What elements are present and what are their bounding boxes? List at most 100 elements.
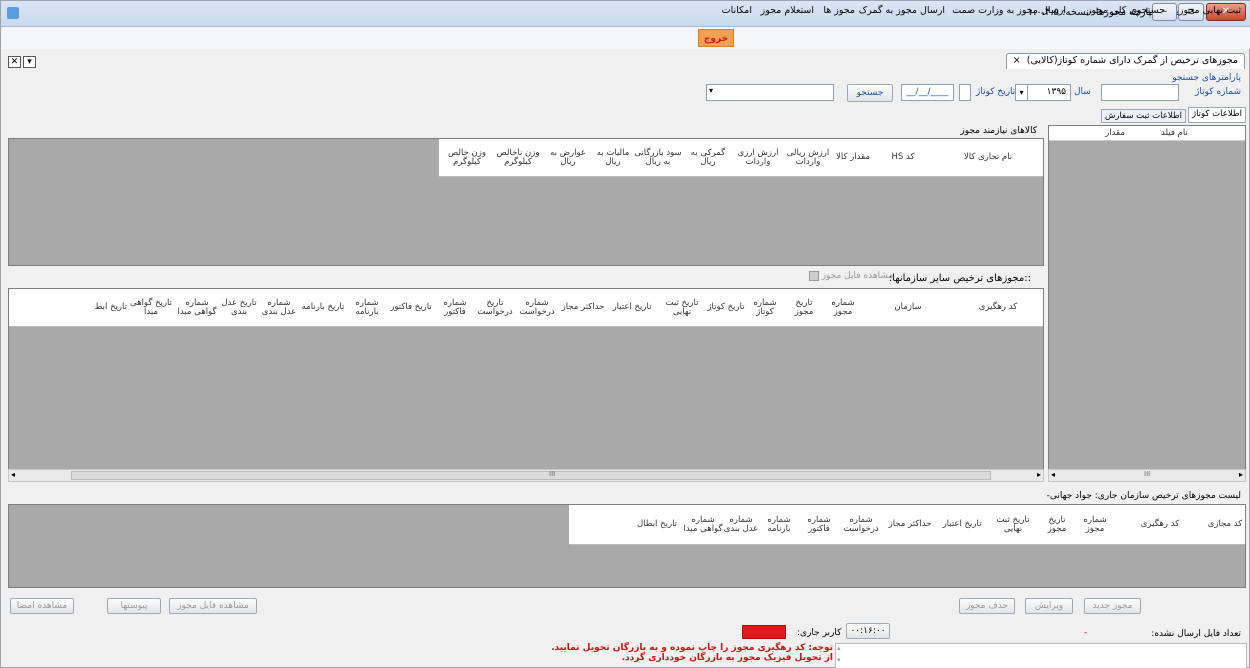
menu-send-customs[interactable]: ارسال مجوز به گمرک — [859, 5, 945, 16]
chevron-down-icon: ▾ — [1016, 85, 1028, 100]
scroll-left-icon[interactable]: ◂ — [11, 470, 15, 479]
current-user-label: کاربر جاری: — [797, 628, 842, 638]
menu-search-all[interactable]: جستجوی کلی مجوز — [1087, 5, 1165, 16]
scroll-up-icon[interactable]: ▴ — [837, 644, 841, 652]
tab-kotaj-info[interactable]: اطلاعات کوتاژ — [1188, 107, 1246, 123]
new-permit-button[interactable]: مجوز جدید — [1084, 598, 1141, 614]
kotaj-info-grid[interactable]: نام فیلد مقدار — [1048, 125, 1246, 481]
scroll-left-icon[interactable]: ◂ — [1051, 470, 1055, 479]
col-tracking-code: کد رهگیری — [978, 302, 1018, 313]
kotaj-info-header: نام فیلد مقدار — [1049, 126, 1245, 141]
attachments-button[interactable]: پیوستها — [107, 598, 161, 614]
edit-button[interactable]: ویرایش — [1025, 598, 1073, 614]
kotaj-number-label: شماره کوتاژ — [1195, 87, 1241, 97]
goods-header: نام تجاری کالا کد HS مقدار کالا ارزش ریا… — [439, 139, 1043, 177]
col-request-no: شماره درخواست — [519, 297, 555, 317]
col-cancel-date: تاریخ ابط — [94, 302, 127, 313]
view-permit-file-button[interactable]: مشاهده فایل مجوز — [169, 598, 257, 614]
unsent-files-label: تعداد فایل ارسال نشده: — [1151, 629, 1241, 639]
orgs-title: ::مجوزهای ترخیص سایر سازمانها: — [888, 273, 1031, 284]
view-permit-file-top-label: مشاهده فایل مجوز — [821, 271, 894, 281]
tab-close-icon[interactable]: × — [1013, 55, 1021, 66]
chevron-down-icon: ▾ — [709, 86, 714, 95]
col-hs-code: کد HS — [891, 152, 915, 163]
delete-permit-button[interactable]: حذف مجوز — [959, 598, 1015, 614]
col-request-date: تاریخ درخواست — [477, 297, 513, 317]
menu-tools[interactable]: امکانات — [722, 5, 752, 16]
col-permit-date: تاریخ مجوز — [794, 297, 814, 317]
col-net-weight: وزن خالص کیلوگرم — [447, 147, 486, 167]
col-value: مقدار — [1105, 127, 1125, 138]
search-combo[interactable]: ▾ — [706, 84, 834, 101]
message-box: ▴ ▾ — [835, 643, 1247, 668]
col-trade-name: نام تجاری کالا — [963, 152, 1013, 163]
col-kotaj-date: تاریخ کوتاژ — [707, 302, 745, 313]
year-select[interactable]: ۱۳۹۵ ▾ — [1015, 84, 1071, 101]
document-tab[interactable]: مجوزهای ترخیص از گمرک دارای شماره کوتاژ(… — [1005, 53, 1245, 69]
scroll-right-icon[interactable]: ▸ — [1037, 470, 1041, 479]
kotaj-info-hscroll[interactable]: ◂ III ▸ — [1048, 469, 1246, 482]
col-cancel-date: تاریخ ابطال — [636, 519, 678, 530]
col-bol-no: شماره بارنامه — [355, 297, 379, 317]
col-origin-cert-date: تاریخ گواهی مبدا — [130, 297, 172, 317]
current-header: کد مجازی کد رهگیری شماره مجوز تاریخ مجوز… — [569, 505, 1245, 545]
col-max-allowed: حداکثر مجاز — [561, 302, 605, 313]
unsent-files-value: - — [1084, 628, 1088, 638]
col-final-date: تاریخ ثبت نهایی — [665, 297, 699, 317]
col-permit-no: شماره مجوز — [831, 297, 855, 317]
col-bol-no: شماره بارنامه — [767, 514, 791, 534]
col-duties: عوارض به ریال — [550, 147, 586, 167]
year-label: سال — [1074, 87, 1091, 97]
col-bale-no: شماره عدل بندی — [723, 514, 759, 534]
kotaj-date-input[interactable]: __/__/____ — [901, 84, 954, 101]
menu-send-ministry[interactable]: ارسال مجوز به وزارت صمت — [952, 5, 1066, 16]
col-request-no: شماره درخواست — [843, 514, 879, 534]
search-button[interactable]: جستجو — [847, 84, 893, 102]
col-tracking-code: کد رهگیری — [1140, 519, 1180, 530]
scroll-thumb[interactable]: III — [1144, 470, 1150, 478]
kotaj-number-input[interactable] — [1101, 84, 1179, 101]
col-tax: مالیات به ریال — [596, 147, 630, 167]
mdi-dropdown-icon[interactable]: ▾ — [23, 56, 36, 68]
col-origin-cert-no: شماره گواهی مبدا — [177, 297, 217, 317]
scroll-thumb-mark: III — [549, 470, 556, 478]
menu-final-register[interactable]: ثبت نهایی مجوز — [1179, 5, 1241, 16]
col-validity-date: تاریخ اعتبار — [612, 302, 652, 313]
scroll-down-icon[interactable]: ▾ — [837, 656, 841, 664]
menu-exit[interactable]: خروج — [698, 29, 734, 47]
scroll-thumb[interactable] — [71, 471, 991, 480]
main-window: سامانه یکپارچه مجوزها -نسخه: ۱،۰،۴،۵ ✕ ▫… — [0, 0, 1250, 668]
kotaj-date-checkbox[interactable] — [959, 84, 971, 101]
orgs-grid[interactable]: کد رهگیری سازمان شماره مجوز تاریخ مجوز ش… — [8, 288, 1044, 472]
view-permit-file-top-button[interactable]: مشاهده فایل مجوز — [799, 270, 903, 285]
orgs-header: کد رهگیری سازمان شماره مجوز تاریخ مجوز ش… — [9, 289, 1043, 327]
current-grid[interactable]: کد مجازی کد رهگیری شماره مجوز تاریخ مجوز… — [8, 504, 1246, 588]
app-icon — [7, 7, 19, 19]
col-rial-value: ارزش ریالی واردات — [786, 147, 830, 167]
col-bale-date: تاریخ عدل بندی — [221, 297, 257, 317]
col-organization: سازمان — [894, 302, 922, 313]
goods-grid[interactable]: نام تجاری کالا کد HS مقدار کالا ارزش ریا… — [8, 138, 1044, 266]
file-icon — [808, 270, 819, 281]
col-invoice-no: شماره فاکتور — [807, 514, 831, 534]
col-gross-weight: وزن ناخالص کیلوگرم — [496, 147, 540, 167]
col-final-date: تاریخ ثبت نهایی — [996, 514, 1030, 534]
col-bol-date: تاریخ بارنامه — [301, 302, 345, 313]
col-origin-cert-no: شماره گواهی مبدا — [683, 514, 723, 534]
menu-bar — [1, 27, 1250, 49]
view-signature-button[interactable]: مشاهده امضا — [10, 598, 74, 614]
tracking-code-warning: توجه: کد رهگیری مجوز را چاپ نموده و به ب… — [551, 643, 833, 664]
orgs-hscroll[interactable]: ◂ III ▸ — [8, 469, 1044, 482]
tab-order-info[interactable]: اطلاعات ثبت سفارش — [1101, 109, 1186, 123]
col-invoice-no: شماره فاکتور — [443, 297, 467, 317]
menu-inquiry[interactable]: استعلام مجوز — [761, 5, 814, 16]
mdi-close-icon[interactable]: ✕ — [8, 56, 21, 68]
col-quantity: مقدار کالا — [836, 152, 870, 163]
scroll-right-icon[interactable]: ▸ — [1239, 470, 1243, 479]
col-invoice-date: تاریخ فاکتور — [390, 302, 432, 313]
menu-permits[interactable]: مجوز ها — [823, 5, 855, 16]
time-display: ۰۰:۱۶:۰۰ — [846, 623, 890, 639]
year-value: ۱۳۹۵ — [1046, 87, 1066, 97]
search-params-label: پارامترهای جستجو — [1172, 73, 1241, 83]
current-user-indicator — [742, 625, 786, 639]
